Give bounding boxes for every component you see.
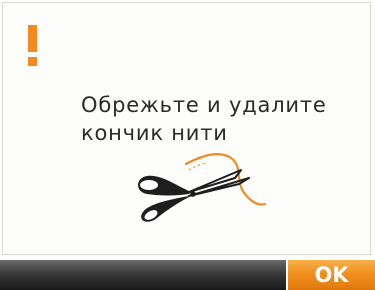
exclamation-icon bbox=[28, 25, 37, 67]
instruction-line-2: кончик нити bbox=[81, 121, 228, 145]
instruction-text: Обрежьте и удалите кончик нити bbox=[81, 91, 327, 147]
sewing-machine-screen: Обрежьте и удалите кончик нити OK bbox=[0, 0, 375, 290]
scissors-cutting-thread-icon bbox=[138, 153, 267, 222]
message-panel: Обрежьте и удалите кончик нити bbox=[2, 2, 371, 255]
ok-button[interactable]: OK bbox=[286, 260, 375, 290]
instruction-line-1: Обрежьте и удалите bbox=[81, 93, 327, 117]
